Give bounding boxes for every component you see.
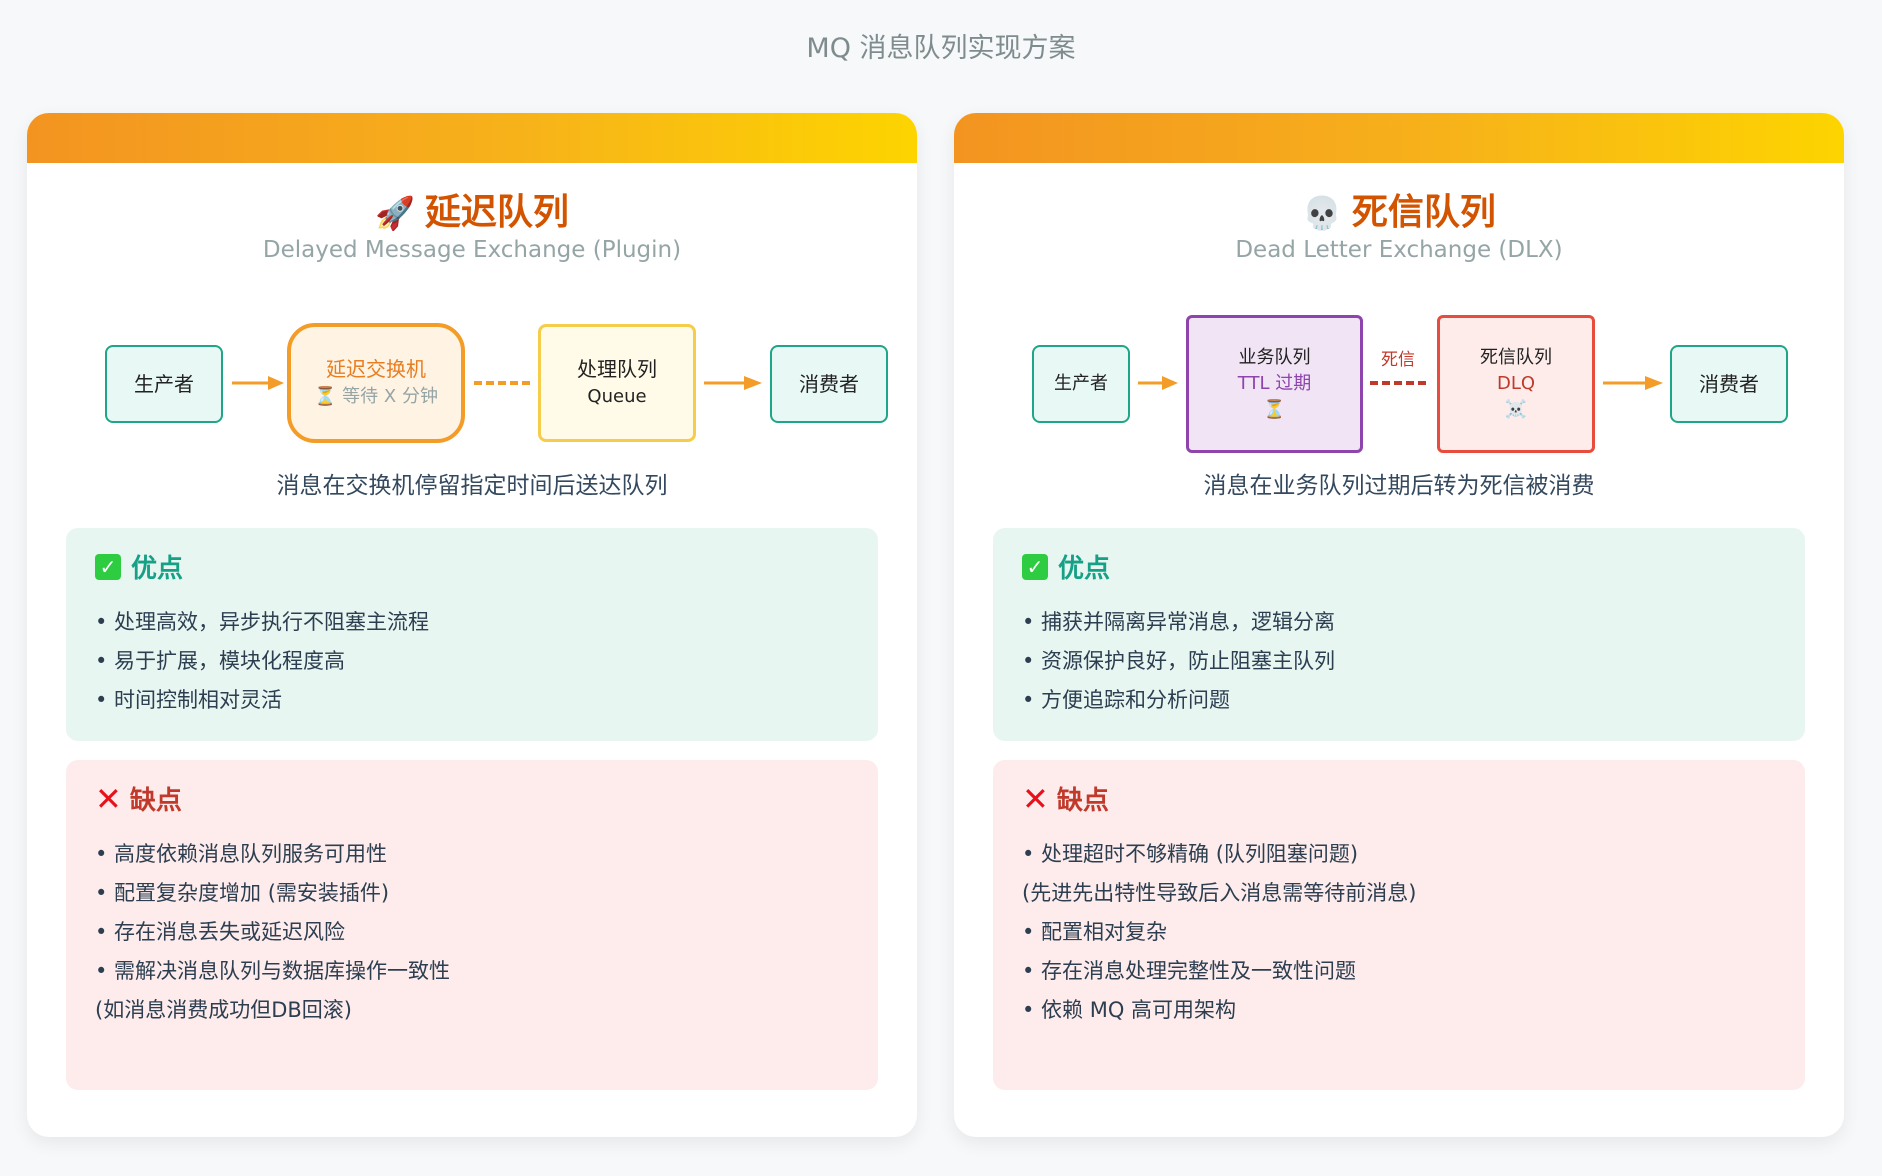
consumer-label: 消费者 xyxy=(1699,371,1759,396)
cons-item: • 高度依赖消息队列服务可用性 xyxy=(95,842,388,866)
card-title: 💀 死信队列 xyxy=(954,183,1844,235)
card-subtitle: Dead Letter Exchange (DLX) xyxy=(1235,237,1563,263)
cons-item: • 处理超时不够精确 (队列阻塞问题) xyxy=(1022,842,1359,866)
skull-crossbones-icon: ☠️ xyxy=(1504,399,1528,421)
pros-heading: ✓ 优点 xyxy=(95,548,849,585)
consumer-label: 消费者 xyxy=(799,371,859,396)
skull-icon: 💀 xyxy=(1302,194,1342,232)
dlq-sub: DLQ xyxy=(1496,372,1536,394)
cons-heading: ✕ 缺点 xyxy=(1022,780,1776,817)
card-subtitle: Delayed Message Exchange (Plugin) xyxy=(262,237,682,263)
pros-title: 优点 xyxy=(1058,554,1111,584)
cons-title: 缺点 xyxy=(129,786,182,816)
cross-icon: ✕ xyxy=(1022,779,1049,818)
cons-title: 缺点 xyxy=(1056,786,1109,816)
flow-caption: 消息在交换机停留指定时间后送达队列 xyxy=(276,473,668,499)
queue-title: 处理队列 xyxy=(577,357,657,382)
dead-letter-label: 死信 xyxy=(1381,350,1415,370)
consumer-node: 消费者 xyxy=(1670,345,1788,423)
exchange-wait-text: ⏳ 等待 X 分钟 xyxy=(314,386,438,408)
pros-heading: ✓ 优点 xyxy=(1022,548,1776,585)
producer-node: 生产者 xyxy=(1032,345,1130,423)
arrow-icon xyxy=(1138,376,1178,390)
delayed-queue-card: 🚀 延迟队列 Delayed Message Exchange (Plugin) … xyxy=(27,113,917,1137)
dead-letter-card: 💀 死信队列 Dead Letter Exchange (DLX) 生产者 业务队… xyxy=(954,113,1844,1137)
cons-box: ✕ 缺点 • 处理超时不够精确 (队列阻塞问题) (先进先出特性导致后入消息需等待… xyxy=(993,760,1805,1090)
flow-caption: 消息在业务队列过期后转为死信被消费 xyxy=(1203,473,1595,499)
cons-item: (如消息消费成功但DB回滚) xyxy=(95,998,352,1022)
pros-item: • 易于扩展，模块化程度高 xyxy=(95,649,346,673)
producer-label: 生产者 xyxy=(134,371,194,396)
cons-list: • 高度依赖消息队列服务可用性 • 配置复杂度增加 (需安装插件) • 存在消息… xyxy=(95,835,849,1030)
cons-item: (先进先出特性导致后入消息需等待前消息) xyxy=(1022,881,1417,905)
pros-list: • 捕获并隔离异常消息，逻辑分离 • 资源保护良好，防止阻塞主队列 • 方便追踪… xyxy=(1022,603,1776,720)
cons-item: • 依赖 MQ 高可用架构 xyxy=(1022,998,1237,1022)
check-box-icon: ✓ xyxy=(1022,553,1048,580)
biz-ttl-text: TTL 过期 xyxy=(1237,372,1312,394)
dashed-connector xyxy=(1370,381,1426,385)
arrow-icon xyxy=(232,376,284,390)
pros-box: ✓ 优点 • 处理高效，异步执行不阻塞主流程 • 易于扩展，模块化程度高 • 时间… xyxy=(66,528,878,741)
pros-box: ✓ 优点 • 捕获并隔离异常消息，逻辑分离 • 资源保护良好，防止阻塞主队列 • … xyxy=(993,528,1805,741)
arrow-icon xyxy=(1603,376,1663,390)
card-title-text: 死信队列 xyxy=(1351,192,1496,233)
producer-node: 生产者 xyxy=(105,345,223,423)
dashed-connector xyxy=(474,381,530,385)
exchange-title: 延迟交换机 xyxy=(326,357,426,382)
cons-item: • 配置相对复杂 xyxy=(1022,920,1168,944)
hourglass-icon: ⏳ xyxy=(1263,399,1286,421)
pros-item: • 处理高效，异步执行不阻塞主流程 xyxy=(95,610,430,634)
cons-box: ✕ 缺点 • 高度依赖消息队列服务可用性 • 配置复杂度增加 (需安装插件) • … xyxy=(66,760,878,1090)
card-accent-bar xyxy=(27,113,917,163)
delay-exchange-node: 延迟交换机 ⏳ 等待 X 分钟 xyxy=(287,323,465,443)
cons-item: • 存在消息处理完整性及一致性问题 xyxy=(1022,959,1357,983)
pros-item: • 时间控制相对灵活 xyxy=(95,688,283,712)
pros-item: • 资源保护良好，防止阻塞主队列 xyxy=(1022,649,1336,673)
business-queue-node: 业务队列 TTL 过期 ⏳ xyxy=(1186,315,1363,453)
pros-list: • 处理高效，异步执行不阻塞主流程 • 易于扩展，模块化程度高 • 时间控制相对… xyxy=(95,603,849,720)
page-subtitle: MQ 消息队列实现方案 xyxy=(806,33,1076,64)
dlq-title: 死信队列 xyxy=(1480,346,1552,368)
biz-queue-title: 业务队列 xyxy=(1238,346,1311,368)
cons-list: • 处理超时不够精确 (队列阻塞问题) (先进先出特性导致后入消息需等待前消息)… xyxy=(1022,835,1776,1030)
cons-heading: ✕ 缺点 xyxy=(95,780,849,817)
process-queue-node: 处理队列 Queue xyxy=(538,324,696,442)
check-box-icon: ✓ xyxy=(95,553,121,580)
dead-letter-queue-node: 死信队列 DLQ ☠️ xyxy=(1437,315,1595,453)
cons-item: • 存在消息丢失或延迟风险 xyxy=(95,920,346,944)
consumer-node: 消费者 xyxy=(770,345,888,423)
arrow-icon xyxy=(704,376,762,390)
card-title-text: 延迟队列 xyxy=(424,192,569,233)
rocket-icon: 🚀 xyxy=(375,194,415,232)
pros-title: 优点 xyxy=(131,554,184,584)
cross-icon: ✕ xyxy=(95,779,122,818)
cons-item: • 配置复杂度增加 (需安装插件) xyxy=(95,881,390,905)
queue-sub: Queue xyxy=(587,386,647,408)
producer-label: 生产者 xyxy=(1054,372,1108,394)
pros-item: • 方便追踪和分析问题 xyxy=(1022,688,1231,712)
pros-item: • 捕获并隔离异常消息，逻辑分离 xyxy=(1022,610,1336,634)
cons-item: • 需解决消息队列与数据库操作一致性 xyxy=(95,959,451,983)
card-accent-bar xyxy=(954,113,1844,163)
card-title: 🚀 延迟队列 xyxy=(27,183,917,235)
